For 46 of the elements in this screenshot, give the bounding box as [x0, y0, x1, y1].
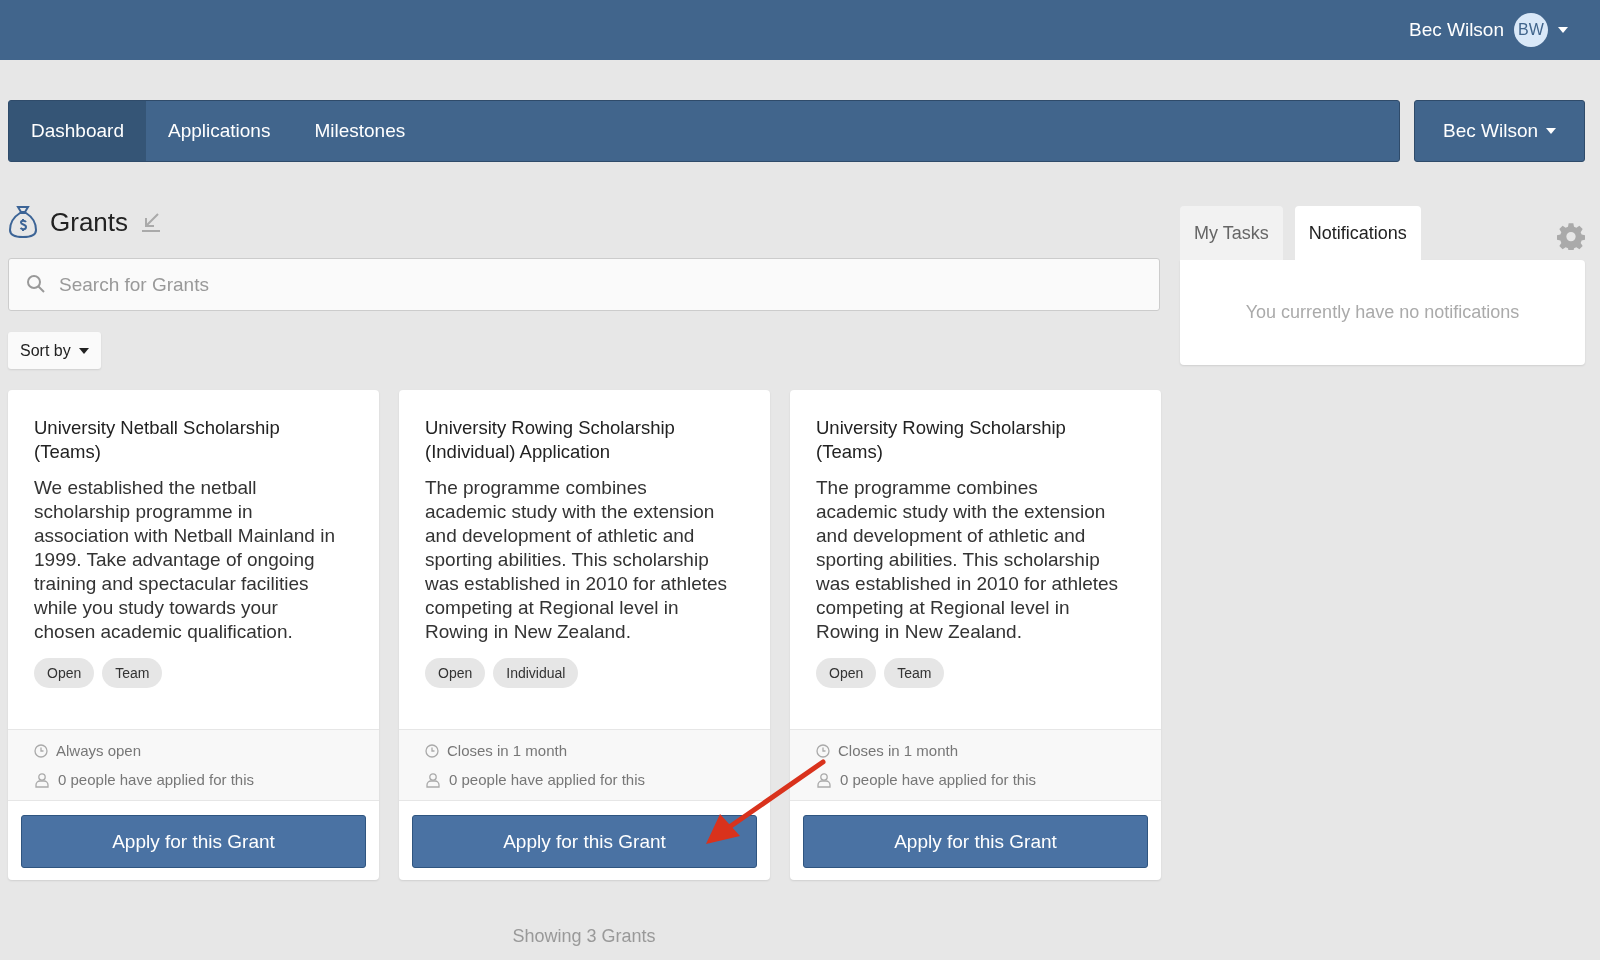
- clock-icon: [816, 743, 830, 758]
- page-title: Grants: [50, 206, 129, 238]
- grant-title: University Netball Scholarship (Teams): [34, 416, 281, 464]
- grant-title: University Rowing Scholarship (Individual) Application: [425, 416, 676, 464]
- collapse-arrow-icon[interactable]: [140, 211, 163, 233]
- user-avatar[interactable]: BW: [1514, 13, 1548, 47]
- nav-tab[interactable]: Applications: [145, 101, 293, 161]
- applicant-count: 0 people have applied for this: [840, 771, 1036, 788]
- grant-tag: Open: [34, 658, 95, 688]
- money-bag-icon: [8, 205, 38, 239]
- grant-description: The programme combines academic study with the extension and development of athletic and sporting abilities. This scholarship was established in 2010 for athletes competing at Regional level in Rowing in New Zealand.: [425, 476, 729, 644]
- grant-tag: Team: [884, 658, 945, 688]
- search-field[interactable]: Search for Grants: [8, 258, 1160, 311]
- applicant-count: 0 people have applied for this: [58, 771, 254, 788]
- grant-title: University Rowing Scholarship (Teams): [816, 416, 1067, 464]
- grant-tag: Team: [102, 658, 163, 688]
- apply-button[interactable]: Apply for this Grant: [21, 815, 366, 868]
- grant-tag: Individual: [493, 658, 579, 688]
- applicant-count: 0 people have applied for this: [449, 771, 645, 788]
- caret-icon: [78, 347, 89, 354]
- clock-icon: [34, 743, 48, 758]
- nav-tab[interactable]: Milestones: [292, 101, 428, 161]
- sort-dropdown[interactable]: Sort by: [8, 332, 101, 369]
- caret-icon: [1558, 27, 1568, 33]
- clock-icon: [425, 743, 439, 758]
- apply-button[interactable]: Apply for this Grant: [412, 815, 757, 868]
- person-icon: [816, 771, 832, 788]
- results-count: Showing 3 Grants: [511, 926, 657, 947]
- caret-icon: [1546, 128, 1556, 134]
- person-icon: [425, 771, 441, 788]
- grant-deadline: Closes in 1 month: [447, 742, 568, 759]
- settings-icon[interactable]: [1557, 222, 1585, 250]
- grant-tag: Open: [816, 658, 877, 688]
- apply-button[interactable]: Apply for this Grant: [803, 815, 1148, 868]
- nav-tab[interactable]: Dashboard: [9, 101, 146, 161]
- grant-deadline: Always open: [56, 742, 142, 759]
- panel-tab[interactable]: My Tasks: [1180, 206, 1283, 260]
- user-name[interactable]: Bec Wilson: [1408, 19, 1504, 41]
- grant-tag: Open: [425, 658, 486, 688]
- person-icon: [34, 771, 50, 788]
- grant-deadline: Closes in 1 month: [838, 742, 959, 759]
- empty-message: You currently have no notifications: [1245, 302, 1520, 323]
- grant-description: The programme combines academic study with the extension and development of athletic and sporting abilities. This scholarship was established in 2010 for athletes competing at Regional level in Rowing in New Zealand.: [816, 476, 1120, 644]
- grant-description: We established the netball scholarship programme in association with Netball Mainland in 1999. Take advantage of ongoing training and spectacular facilities while you study towards your chosen academic qualification.: [34, 476, 336, 644]
- user-menu-button[interactable]: Bec Wilson: [1414, 100, 1585, 162]
- panel-tab[interactable]: Notifications: [1294, 206, 1421, 260]
